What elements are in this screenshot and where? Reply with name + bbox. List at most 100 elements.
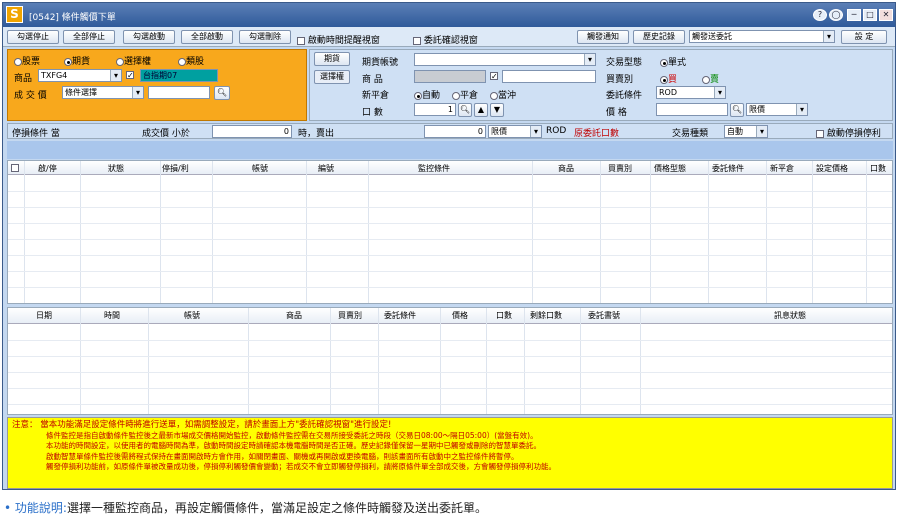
column-header[interactable]: 商品 <box>558 163 574 174</box>
order-condition-select[interactable]: ROD <box>656 86 726 99</box>
product-input[interactable] <box>502 70 596 83</box>
radio-icon[interactable] <box>14 57 22 66</box>
column-header[interactable]: 停損/利 <box>162 163 189 174</box>
column-header[interactable]: 帳號 <box>184 310 200 321</box>
product-label: 商 品 <box>362 75 383 85</box>
side-sell[interactable]: 賣 <box>702 72 719 85</box>
condition-table[interactable]: 啟/停 狀態 停損/利 帳號 編號 監控條件 商品 買賣別 價格型態 委託條件 … <box>7 160 893 304</box>
help-icon[interactable]: ? <box>813 9 827 21</box>
tab-options[interactable]: 選擇權 <box>314 70 350 84</box>
radio-selected-icon[interactable] <box>414 91 422 100</box>
price-label: 價 格 <box>606 108 627 118</box>
notice-line-2: 條件監控是指自啟動條件監控後之最新市場成交價格開始監控，啟動條件監控需在交易所接… <box>46 430 538 440</box>
column-header[interactable]: 買賣別 <box>608 163 632 174</box>
radio-icon[interactable] <box>490 91 498 100</box>
search-icon[interactable]: 🔍︎ <box>730 103 744 117</box>
radio-sector[interactable]: 類股 <box>178 54 204 67</box>
product-select[interactable]: TXFG4 <box>38 69 122 82</box>
checkbox-icon[interactable] <box>413 36 421 45</box>
tab-futures[interactable]: 期貨 <box>314 52 350 66</box>
select-all-checkbox[interactable] <box>11 164 19 172</box>
checkbox-icon[interactable] <box>297 36 305 45</box>
product-checkbox[interactable] <box>490 72 498 80</box>
minimize-icon[interactable]: ─ <box>847 9 861 21</box>
notice-line-5: 觸發停損利功能前，如原條件單被改量成功後，停損停利觸發價會變動；若成交不會立即觸… <box>46 462 556 471</box>
notice-line-4: 啟動智慧單條件監控後需將程式保持在畫面開啟時方會作用，如關閉畫面、關機或再開啟或… <box>46 451 519 461</box>
decrease-icon[interactable]: ▼ <box>490 103 504 117</box>
section-divider <box>7 141 893 159</box>
radio-icon[interactable] <box>452 91 460 100</box>
stop-selected-button[interactable]: 勾選停止 <box>7 30 59 44</box>
column-header[interactable]: 新平倉 <box>770 163 794 174</box>
column-header[interactable]: 口數 <box>870 163 886 174</box>
trade-kind-select[interactable]: 自動 <box>724 125 768 138</box>
trigger-notify-button[interactable]: 觸發通知 <box>577 30 629 44</box>
column-header[interactable]: 委託書號 <box>588 310 620 321</box>
quantity-input[interactable]: 1 <box>414 103 456 116</box>
price-input[interactable] <box>656 103 728 116</box>
column-header[interactable]: 設定價格 <box>816 163 848 174</box>
column-header[interactable]: 買賣別 <box>338 310 362 321</box>
checkbox-icon[interactable] <box>816 129 824 138</box>
radio-selected-icon[interactable] <box>64 57 72 66</box>
trade-price-input[interactable] <box>148 86 210 99</box>
column-header[interactable]: 委託條件 <box>384 310 416 321</box>
radio-stock[interactable]: 股票 <box>14 54 40 67</box>
delete-selected-button[interactable]: 勾選刪除 <box>239 30 291 44</box>
history-button[interactable]: 歷史記錄 <box>633 30 685 44</box>
column-header[interactable]: 啟/停 <box>38 163 57 174</box>
product-label: 商品 <box>14 74 33 84</box>
maximize-icon[interactable]: □ <box>863 9 877 21</box>
settings-button[interactable]: 設 定 <box>841 30 887 44</box>
offset-auto[interactable]: 自動 <box>414 88 440 101</box>
column-header[interactable]: 帳號 <box>252 163 268 174</box>
trigger-mode-select[interactable]: 觸發送委託 <box>689 30 835 43</box>
column-header[interactable]: 狀態 <box>108 163 124 174</box>
column-header[interactable]: 編號 <box>318 163 334 174</box>
column-header[interactable]: 委託條件 <box>712 163 744 174</box>
sell-price-input[interactable]: 0 <box>424 125 486 138</box>
search-icon[interactable]: 🔍︎ <box>214 86 230 100</box>
radio-selected-icon[interactable] <box>660 58 668 67</box>
product-checkbox[interactable] <box>126 71 134 79</box>
radio-options[interactable]: 選擇權 <box>116 54 151 67</box>
column-header[interactable]: 商品 <box>286 310 302 321</box>
column-header[interactable]: 時間 <box>104 310 120 321</box>
radio-icon[interactable] <box>178 57 186 66</box>
search-icon[interactable]: 🔍︎ <box>458 103 472 117</box>
radio-futures[interactable]: 期貨 <box>64 54 90 67</box>
column-header[interactable]: 剩餘口數 <box>530 310 562 321</box>
column-header[interactable]: 訊息狀態 <box>774 310 806 321</box>
column-header[interactable]: 價格型態 <box>654 163 686 174</box>
window-title: [0542] 條件觸價下單 <box>29 13 116 23</box>
column-header[interactable]: 日期 <box>36 310 52 321</box>
auto-stop-checkbox[interactable]: 啟動停損停利 <box>816 126 881 139</box>
column-header[interactable]: 口數 <box>496 310 512 321</box>
history-table[interactable]: 日期 時間 帳號 商品 買賣別 委託條件 價格 口數 剩餘口數 委託書號 訊息狀… <box>7 307 893 415</box>
increase-icon[interactable]: ▲ <box>474 103 488 117</box>
start-all-button[interactable]: 全部啟動 <box>181 30 233 44</box>
rod-label: ROD <box>546 126 567 136</box>
condition-select[interactable]: 條件選擇 <box>62 86 144 99</box>
close-icon[interactable]: ✕ <box>879 9 893 21</box>
radio-icon[interactable] <box>702 75 710 84</box>
offset-daytrade[interactable]: 當沖 <box>490 88 516 101</box>
restore-icon[interactable]: ◯ <box>829 9 843 21</box>
column-header[interactable]: 監控條件 <box>418 163 450 174</box>
account-select[interactable] <box>414 53 596 66</box>
column-header[interactable]: 價格 <box>452 310 468 321</box>
confirm-window-checkbox[interactable]: 委託確認視窗 <box>413 33 478 46</box>
stop-value-input[interactable]: 0 <box>212 125 292 138</box>
radio-icon[interactable] <box>116 57 124 66</box>
trade-type-single[interactable]: 單式 <box>660 55 686 68</box>
sell-price-type-select[interactable]: 限價 <box>488 125 542 138</box>
side-buy[interactable]: 買 <box>660 72 677 85</box>
offset-close[interactable]: 平倉 <box>452 88 478 101</box>
price-type-select[interactable]: 限價 <box>746 103 808 116</box>
start-selected-button[interactable]: 勾選啟動 <box>123 30 175 44</box>
radio-selected-icon[interactable] <box>660 75 668 84</box>
stop-all-button[interactable]: 全部停止 <box>63 30 115 44</box>
app-logo-icon: S <box>6 6 23 23</box>
order-panel: 期貨 選擇權 期貨帳號 商 品 新平倉 自動 平倉 當沖 口 數 1 🔍︎ ▲ … <box>309 49 893 121</box>
time-alert-checkbox[interactable]: 啟動時間提醒視窗 <box>297 33 380 46</box>
